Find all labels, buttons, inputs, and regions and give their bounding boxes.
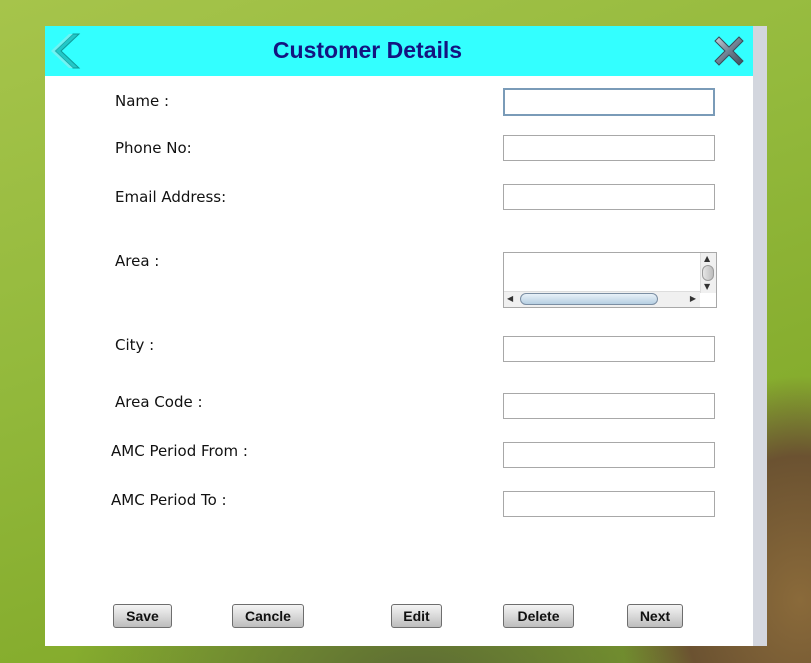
edit-button[interactable]: Edit (391, 604, 442, 628)
delete-button[interactable]: Delete (503, 604, 574, 628)
email-field[interactable] (503, 184, 715, 210)
horizontal-scroll-thumb[interactable] (520, 293, 658, 305)
phone-field[interactable] (503, 135, 715, 161)
area-textarea-container: ▲ ▼ ◀ ▶ (503, 252, 717, 308)
scroll-up-arrow-icon[interactable]: ▲ (704, 255, 710, 263)
city-field[interactable] (503, 336, 715, 362)
name-field[interactable] (503, 88, 715, 116)
next-button[interactable]: Next (627, 604, 683, 628)
save-button[interactable]: Save (113, 604, 172, 628)
page-title: Customer Details (272, 37, 463, 63)
name-label: Name : (115, 92, 170, 110)
close-x-icon (714, 36, 744, 66)
title-bar: Customer Details (45, 26, 753, 76)
city-label: City : (115, 336, 155, 354)
scroll-left-arrow-icon[interactable]: ◀ (507, 295, 513, 303)
area-textarea[interactable] (504, 253, 700, 291)
area-horizontal-scrollbar[interactable]: ◀ ▶ (504, 291, 700, 307)
scroll-right-arrow-icon[interactable]: ▶ (690, 295, 696, 303)
close-button[interactable] (709, 31, 749, 71)
amc-period-to-field[interactable] (503, 491, 715, 517)
phone-label: Phone No: (115, 139, 192, 157)
amc-period-from-field[interactable] (503, 442, 715, 468)
cancel-button[interactable]: Cancle (232, 604, 304, 628)
amc-period-from-label: AMC Period From : (111, 442, 248, 460)
scroll-down-arrow-icon[interactable]: ▼ (704, 283, 710, 291)
email-label: Email Address: (115, 188, 227, 206)
area-label: Area : (115, 252, 160, 270)
customer-details-dialog: Customer Details Name : Phone No: Email … (45, 26, 767, 646)
area-code-field[interactable] (503, 393, 715, 419)
dialog-scrollbar-track[interactable] (753, 26, 767, 646)
area-vertical-scrollbar[interactable]: ▲ ▼ (700, 253, 716, 293)
area-code-label: Area Code : (115, 393, 203, 411)
amc-period-to-label: AMC Period To : (111, 491, 227, 509)
vertical-scroll-thumb[interactable] (702, 265, 714, 281)
